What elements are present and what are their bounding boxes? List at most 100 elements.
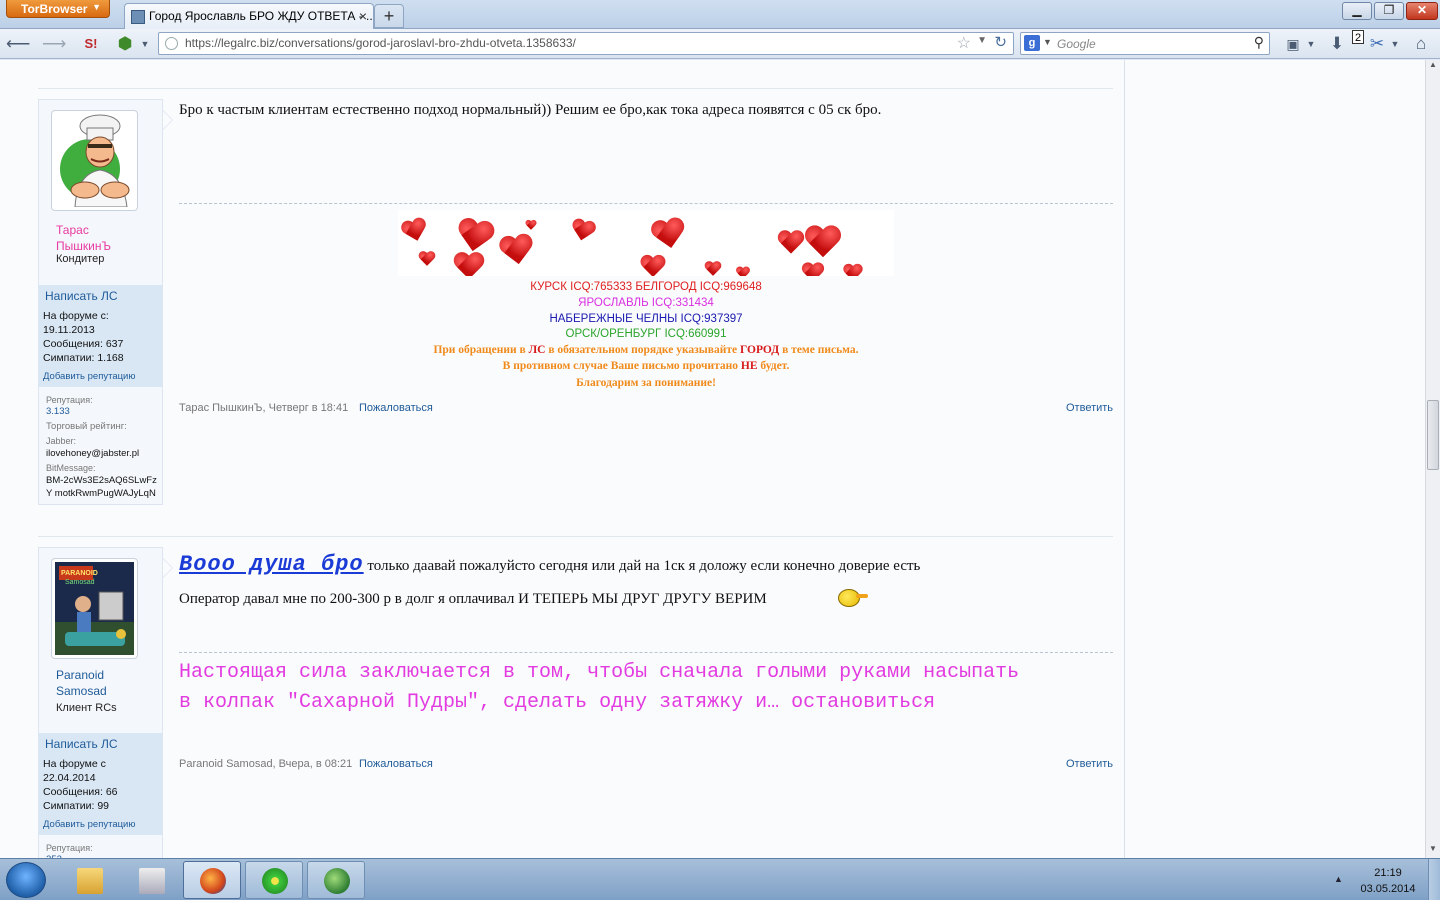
search-bar[interactable]: g ▼ Google ⚲	[1020, 32, 1270, 55]
tray-expand-icon[interactable]: ▲	[1334, 874, 1343, 884]
search-engine-dropdown-icon[interactable]: ▼	[1043, 37, 1052, 47]
signature-line-4: ОРСК/ОРЕНБУРГ ICQ:660991	[565, 328, 727, 340]
signature-line-2: ЯРОСЛАВЛЬ ICQ:331434	[578, 297, 714, 309]
title-bar: TorBrowser ▼ Город Ярославль БРО ЖДУ ОТВ…	[0, 0, 1440, 29]
user-role: Клиент RCs	[56, 702, 117, 714]
torbutton-onion-icon[interactable]: ⬢	[114, 33, 136, 55]
close-tab-icon[interactable]: ×	[359, 8, 367, 24]
bookmarks-dropdown-icon[interactable]: ▼	[1300, 33, 1322, 55]
report-link[interactable]: Пожаловаться	[359, 402, 433, 414]
post-1-message: Бро к частым клиентам естественно подход…	[179, 102, 882, 118]
reputation-label: Репутация:	[46, 843, 93, 853]
send-pm-link[interactable]: Написать ЛС	[45, 289, 118, 303]
page-scrollbar[interactable]: ▲ ▼	[1425, 60, 1440, 858]
likes-count: Симпатии: 99	[43, 800, 110, 812]
user-avatar[interactable]: PARANOID Samosad	[51, 558, 138, 659]
downloads-icon[interactable]: ⬇	[1326, 33, 1348, 55]
signature-text: в теме письма.	[779, 344, 859, 356]
signature-divider	[179, 203, 1113, 204]
signature-quote-line-1: Настоящая сила заключается в том, чтобы …	[179, 661, 1020, 684]
smiley-beak-icon	[856, 594, 868, 598]
taskbar-tor[interactable]	[307, 861, 365, 899]
clock-date[interactable]: 03.05.2014	[1356, 883, 1420, 895]
taskbar-keyboard[interactable]	[122, 861, 180, 899]
user-name[interactable]: Paranoid Samosad	[56, 667, 136, 699]
maximize-window-button[interactable]: ❐	[1374, 2, 1404, 20]
divider	[38, 88, 1113, 89]
heart-icon	[804, 226, 843, 261]
heart-icon	[648, 216, 689, 254]
add-reputation-link[interactable]: Добавить репутацию	[43, 819, 136, 830]
post-2-meta[interactable]: Paranoid Samosad, Вчера, в 08:21	[179, 758, 352, 770]
close-window-button[interactable]: ✕	[1406, 2, 1438, 20]
torbrowser-menu-button[interactable]: TorBrowser ▼	[6, 0, 110, 18]
show-desktop-button[interactable]	[1428, 859, 1440, 900]
addon-dropdown-icon[interactable]: ▼	[1384, 33, 1406, 55]
heart-icon	[704, 261, 722, 276]
taskbar-firefox[interactable]	[183, 861, 241, 899]
heart-icon	[418, 251, 436, 267]
google-engine-icon[interactable]: g	[1024, 35, 1040, 51]
jabber-value: ilovehoney@jabster.pl	[46, 448, 140, 459]
member-since-label: На форуме с	[43, 758, 106, 770]
divider	[38, 536, 1113, 537]
torbrowser-menu-label: TorBrowser	[21, 2, 88, 16]
site-identity-icon[interactable]	[165, 37, 178, 50]
user-avatar[interactable]	[51, 110, 138, 211]
chevron-down-icon: ▼	[92, 2, 101, 12]
start-button[interactable]	[6, 862, 46, 898]
signature-line-5: При обращении в ЛС в обязательном порядк…	[398, 344, 894, 356]
search-icon[interactable]: ⚲	[1254, 34, 1264, 51]
taskbar-explorer[interactable]	[60, 861, 118, 899]
back-arrow-icon[interactable]: ⟵	[6, 33, 30, 55]
reply-link[interactable]: Ответить	[1066, 402, 1113, 414]
post-2-message-line-2: Оператор давал мне по 200-300 р в долг я…	[179, 591, 767, 607]
reply-link[interactable]: Ответить	[1066, 758, 1113, 770]
member-since-value: 22.04.2014	[43, 772, 96, 784]
clock-time[interactable]: 21:19	[1360, 867, 1416, 879]
user-name[interactable]: Тарас ПышкинЪ	[56, 222, 136, 254]
user-name-text[interactable]: Тарас ПышкинЪ	[56, 223, 111, 253]
scrollbar-thumb[interactable]	[1427, 400, 1439, 470]
home-icon[interactable]: ⌂	[1410, 33, 1432, 55]
tab-title: Город Ярославль БРО ЖДУ ОТВЕТА - ...	[149, 9, 374, 23]
forward-arrow-icon[interactable]: ⟶	[42, 33, 66, 55]
smiley-bird-icon	[838, 589, 860, 607]
heart-icon	[843, 264, 864, 276]
send-pm-link[interactable]: Написать ЛС	[45, 737, 118, 751]
minimize-window-button[interactable]: ▁	[1342, 2, 1372, 20]
chef-avatar-icon	[55, 114, 134, 208]
browser-tab[interactable]: Город Ярославль БРО ЖДУ ОТВЕТА - ... ×	[124, 3, 374, 29]
signature-highlight: ГОРОД	[739, 344, 780, 356]
signature-line-7: Благодарим за понимание!	[576, 377, 716, 389]
scroll-up-icon[interactable]: ▲	[1426, 60, 1440, 74]
new-tab-button[interactable]: +	[374, 4, 404, 28]
bookmark-star-icon[interactable]: ☆	[957, 33, 971, 53]
url-history-dropdown-icon[interactable]: ▼	[977, 35, 987, 46]
taskbar-icq[interactable]	[245, 861, 303, 899]
noscript-icon[interactable]: S!	[80, 33, 102, 55]
windows-taskbar: ▲ 21:19 03.05.2014	[0, 858, 1440, 900]
heart-icon	[801, 263, 825, 276]
post-1-meta[interactable]: Тарас ПышкинЪ, Четверг в 18:41	[179, 402, 348, 414]
heart-icon	[497, 233, 537, 270]
signature-highlight: ЛС	[528, 344, 546, 356]
url-bar[interactable]: https://legalrc.biz/conversations/gorod-…	[158, 32, 1014, 55]
search-placeholder: Google	[1057, 37, 1096, 51]
reload-icon[interactable]: ↻	[994, 33, 1007, 51]
keyboard-icon	[139, 868, 165, 894]
firefox-icon	[200, 868, 226, 894]
signature-highlight: НЕ	[740, 360, 758, 372]
post-2-message-line-1: Вооо душа бро только даавай пожалуйсто с…	[179, 550, 920, 581]
report-link[interactable]: Пожаловаться	[359, 758, 433, 770]
messages-count: Сообщения: 66	[43, 786, 118, 798]
hearts-banner	[398, 210, 894, 276]
url-text: https://legalrc.biz/conversations/gorod-…	[185, 36, 576, 50]
torbutton-dropdown-icon[interactable]: ▼	[134, 33, 156, 55]
avatar-logo-text: PARANOID	[61, 570, 98, 577]
add-reputation-link[interactable]: Добавить репутацию	[43, 371, 136, 382]
post-1-user-info: Тарас ПышкинЪ Кондитер Написать ЛС На фо…	[38, 99, 163, 505]
heart-icon	[777, 231, 806, 257]
heart-icon	[453, 253, 486, 276]
scroll-down-icon[interactable]: ▼	[1426, 844, 1440, 858]
